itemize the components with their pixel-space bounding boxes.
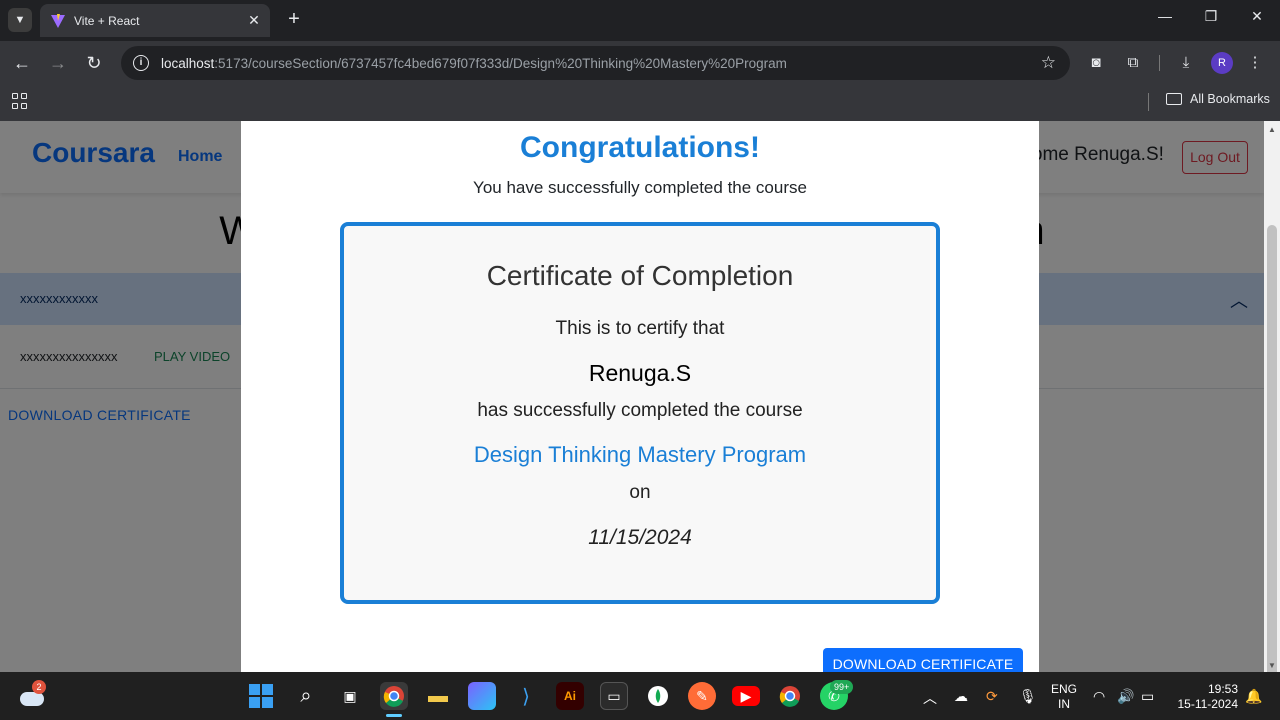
maximize-button[interactable]: ❐ — [1188, 8, 1234, 25]
youtube-icon[interactable]: ▶ — [732, 686, 760, 706]
volume-icon[interactable]: 🔊 — [1117, 688, 1134, 705]
tab-close-icon[interactable]: ✕ — [244, 12, 264, 29]
page-viewport: Coursara Home Welcome Renuga.S! Log Out … — [0, 121, 1264, 672]
notification-bell-icon[interactable]: 🔔 — [1245, 688, 1262, 705]
completion-date: 11/15/2024 — [588, 526, 692, 549]
course-name: Design Thinking Mastery Program — [473, 442, 807, 467]
extensions-puzzle-icon[interactable]: ⧉ — [1122, 52, 1144, 74]
vscode-icon[interactable]: ⟩ — [512, 682, 540, 710]
tab-search-button[interactable]: ▼ — [8, 8, 32, 32]
bookmarks-separator — [1148, 93, 1149, 111]
menu-kebab-icon[interactable]: ⋮ — [1244, 52, 1266, 74]
chrome-icon[interactable] — [380, 682, 408, 710]
file-explorer-icon[interactable]: ▬ — [424, 682, 452, 710]
browser-tab-bar: ▼ Vite + React ✕ + — ❐ ✕ — [0, 0, 1280, 41]
success-message: You have successfully completed the cour… — [473, 178, 807, 197]
region-code: IN — [1058, 697, 1070, 711]
congrats-heading: Congratulations! — [520, 131, 760, 164]
minimize-button[interactable]: — — [1142, 8, 1188, 24]
chrome-profile-icon[interactable] — [776, 682, 804, 710]
windows-taskbar: 2 ⌕ ▣ ▬ ⟩ Ai ▭ ✎ ▶ ✆ 99+ ︿ ☁ ⟳ 🎙 ENG IN … — [0, 672, 1280, 720]
clock[interactable]: 19:53 15-11-2024 — [1172, 682, 1239, 712]
apps-grid-icon[interactable] — [12, 93, 28, 109]
browser-toolbar: ← → ↻ i localhost:5173/courseSection/673… — [0, 41, 1280, 85]
terminal-icon[interactable]: ▭ — [600, 682, 628, 710]
close-window-button[interactable]: ✕ — [1234, 8, 1280, 25]
search-icon[interactable]: ⌕ — [292, 682, 320, 710]
certificate-card: Certificate of Completion This is to cer… — [340, 222, 940, 604]
back-arrow-icon[interactable]: ← — [11, 52, 33, 74]
folder-icon — [1166, 93, 1182, 105]
copilot-icon[interactable] — [468, 682, 496, 710]
microphone-icon[interactable]: 🎙 — [1019, 688, 1037, 705]
extension-screenshot-icon[interactable]: ◙ — [1085, 52, 1107, 74]
task-view-icon[interactable]: ▣ — [336, 682, 364, 710]
download-icon[interactable]: ⤓ — [1175, 52, 1197, 74]
site-info-icon[interactable]: i — [133, 55, 149, 71]
scroll-thumb[interactable] — [1267, 225, 1277, 719]
weather-widget-icon[interactable]: 2 — [18, 680, 46, 708]
weather-badge: 2 — [32, 680, 46, 694]
certificate-title: Certificate of Completion — [486, 260, 794, 291]
tray-overflow-chevron-icon[interactable]: ︿ — [923, 688, 937, 708]
vite-favicon-icon — [51, 13, 65, 28]
reload-icon[interactable]: ↻ — [83, 52, 105, 74]
completed-text: has successfully completed the course — [477, 400, 803, 421]
postman-icon[interactable]: ✎ — [688, 682, 716, 710]
clock-time: 19:53 — [1207, 682, 1238, 696]
active-app-indicator — [386, 714, 402, 717]
battery-icon[interactable]: ▭ — [1141, 688, 1154, 705]
profile-avatar[interactable]: R — [1211, 52, 1233, 74]
mongodb-compass-icon[interactable] — [644, 682, 672, 710]
address-bar[interactable]: i localhost:5173/courseSection/6737457fc… — [121, 46, 1070, 80]
new-tab-button[interactable]: + — [282, 8, 306, 32]
clock-date: 15-11-2024 — [1177, 697, 1239, 711]
tab-title: Vite + React — [74, 13, 140, 28]
certify-text: This is to certify that — [555, 318, 725, 339]
modal-download-certificate-button[interactable]: DOWNLOAD CERTIFICATE — [823, 648, 1023, 672]
start-windows-icon[interactable] — [247, 682, 275, 710]
all-bookmarks-label: All Bookmarks — [1190, 92, 1270, 106]
recipient-name: Renuga.S — [588, 360, 692, 386]
on-text: on — [629, 482, 651, 503]
language-indicator[interactable]: ENG IN — [1048, 682, 1080, 712]
onedrive-cloud-icon[interactable]: ☁ — [954, 688, 968, 705]
whatsapp-badge: 99+ — [830, 680, 854, 694]
sync-icon[interactable]: ⟳ — [986, 688, 998, 705]
language-code: ENG — [1050, 682, 1077, 696]
forward-arrow-icon[interactable]: → — [47, 52, 69, 74]
url-text[interactable]: localhost:5173/courseSection/6737457fc4b… — [161, 56, 787, 71]
wifi-icon[interactable]: ◠ — [1093, 688, 1105, 705]
illustrator-icon[interactable]: Ai — [556, 682, 584, 710]
bookmark-star-icon[interactable]: ☆ — [1041, 53, 1056, 73]
toolbar-separator — [1159, 55, 1160, 71]
scroll-down-arrow-icon[interactable]: ▼ — [1268, 661, 1276, 670]
all-bookmarks-button[interactable]: All Bookmarks — [1166, 92, 1270, 106]
certificate-modal: Congratulations! You have successfully c… — [241, 121, 1039, 672]
bookmarks-bar — [0, 85, 1280, 121]
page-scrollbar[interactable]: ▲ ▼ — [1264, 121, 1280, 719]
browser-tab[interactable]: Vite + React ✕ — [40, 4, 270, 37]
scroll-up-arrow-icon[interactable]: ▲ — [1268, 125, 1276, 134]
